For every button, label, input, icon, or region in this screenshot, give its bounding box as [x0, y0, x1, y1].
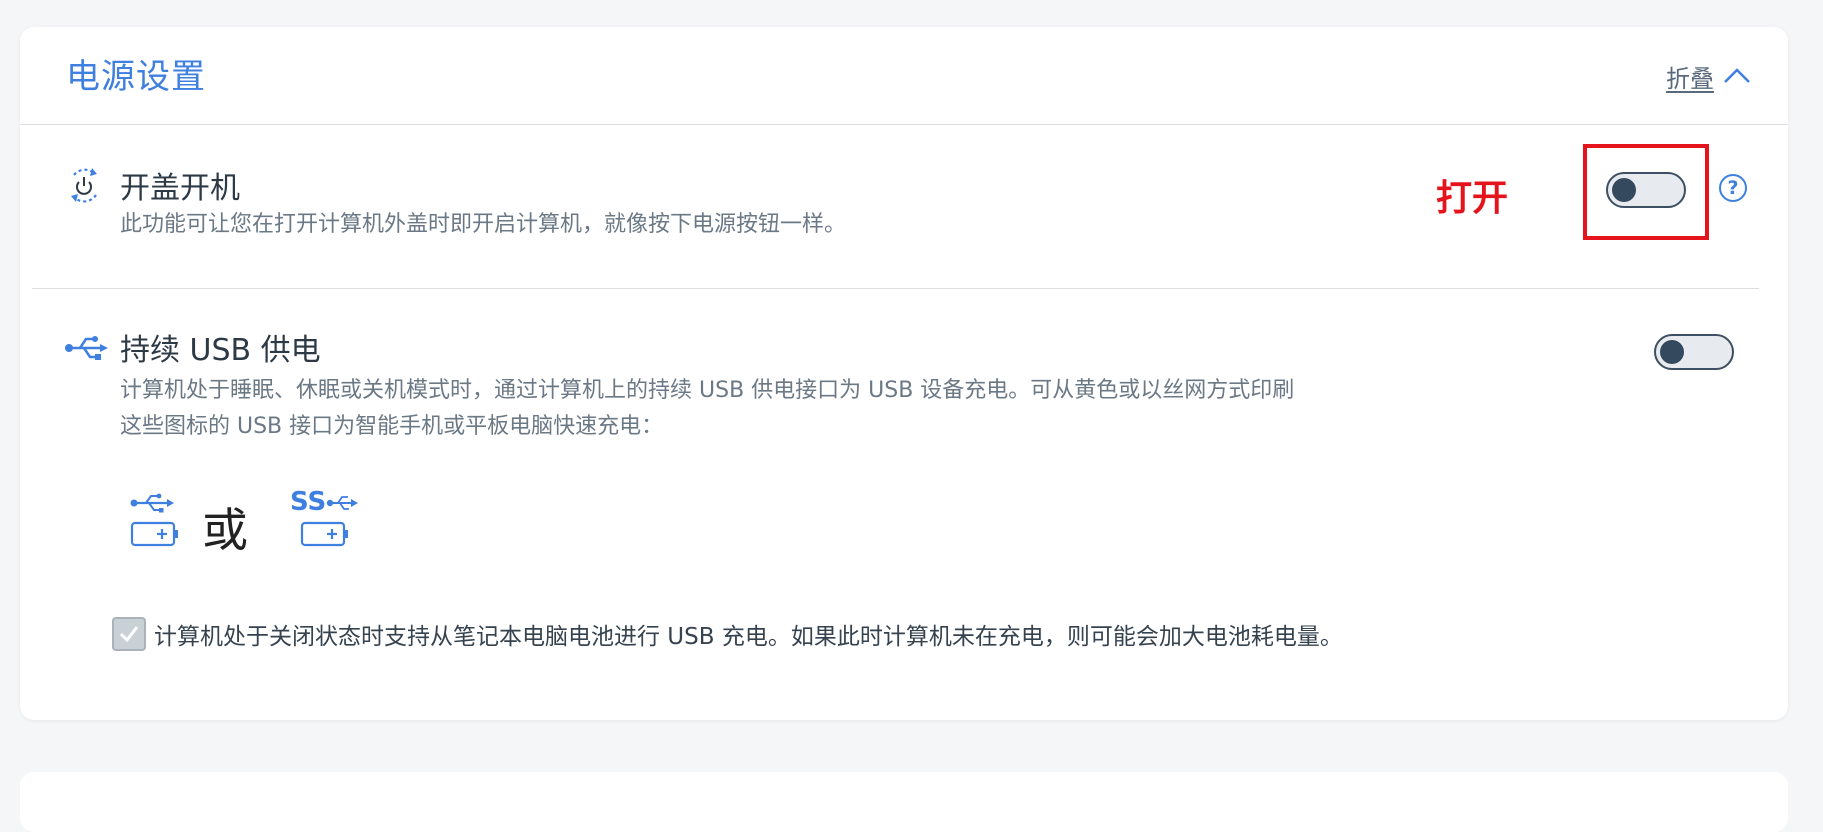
chevron-up-icon: [1722, 65, 1752, 89]
setting-title: 开盖开机: [120, 171, 240, 206]
setting-description-line1: 计算机处于睡眠、休眠或关机模式时，通过计算机上的持续 USB 供电接口为 USB…: [120, 378, 1295, 403]
usb-ss-charge-icon: SS: [290, 487, 360, 551]
page-title: 电源设置: [66, 57, 206, 97]
toggle-knob: [1660, 340, 1684, 364]
toggle-knob: [1612, 178, 1636, 202]
always-on-usb-toggle[interactable]: [1654, 334, 1734, 370]
setting-title: 持续 USB 供电: [120, 333, 321, 368]
annotation-label: 打开: [1436, 178, 1509, 219]
checkbox-label: 计算机处于关闭状态时支持从笔记本电脑电池进行 USB 充电。如果此时计算机未在充…: [154, 624, 1343, 650]
setting-description: 此功能可让您在打开计算机外盖时即开启计算机，就像按下电源按钮一样。: [120, 212, 847, 237]
usb-battery-charge-option: 计算机处于关闭状态时支持从笔记本电脑电池进行 USB 充电。如果此时计算机未在充…: [112, 617, 1343, 651]
lid-power-icon: [64, 165, 104, 209]
usb-battery-charge-checkbox[interactable]: [112, 617, 146, 651]
usb-charge-icon: [128, 493, 180, 555]
lid-power-toggle[interactable]: [1606, 172, 1686, 208]
or-label: 或: [202, 503, 248, 557]
usb-icon: [64, 333, 108, 367]
next-settings-card: [20, 772, 1788, 832]
setting-description-line2: 这些图标的 USB 接口为智能手机或平板电脑快速充电：: [120, 414, 664, 439]
help-icon[interactable]: ?: [1719, 174, 1747, 202]
checkmark-icon: [119, 626, 139, 643]
power-settings-card: 电源设置 折叠 开盖开机 此功能可让您在打开计算机外盖时即开启计算机，就像按下电…: [20, 27, 1788, 720]
collapse-label: 折叠: [1666, 65, 1714, 93]
row-divider: [32, 288, 1759, 289]
collapse-button[interactable]: 折叠: [1666, 59, 1752, 94]
card-header: 电源设置 折叠: [20, 27, 1788, 125]
